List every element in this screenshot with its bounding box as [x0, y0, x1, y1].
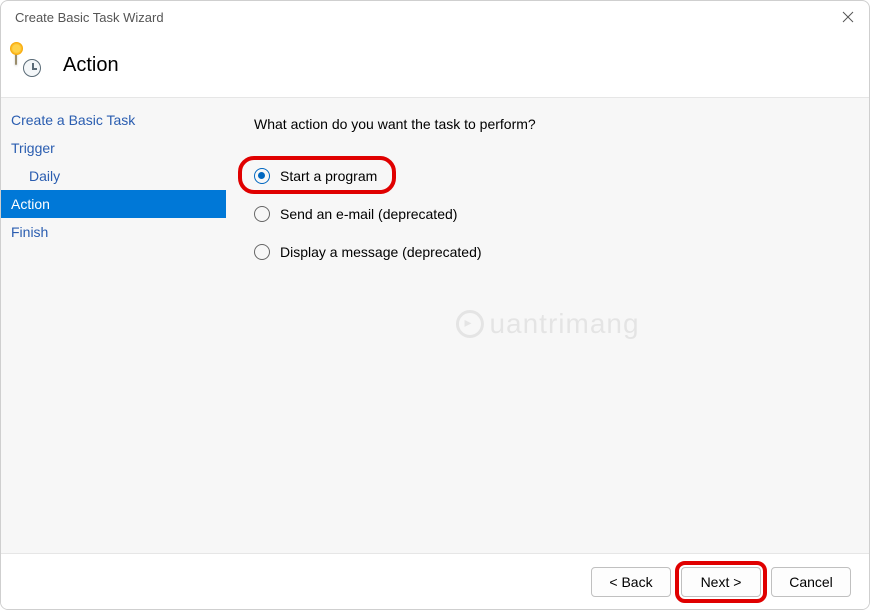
wizard-header: Action: [1, 33, 869, 97]
action-prompt: What action do you want the task to perf…: [254, 116, 845, 132]
calendar-clock-icon: [15, 47, 17, 65]
step-action[interactable]: Action: [1, 190, 226, 218]
radio-display-message[interactable]: [254, 244, 270, 260]
close-button[interactable]: [841, 10, 855, 24]
watermark-text: uantrimang: [489, 308, 639, 340]
option-label: Display a message (deprecated): [280, 244, 482, 260]
step-finish[interactable]: Finish: [1, 218, 226, 246]
option-start-program[interactable]: Start a program: [254, 164, 845, 188]
step-sidebar: Create a Basic Task Trigger Daily Action…: [1, 98, 226, 553]
step-create-basic-task[interactable]: Create a Basic Task: [1, 106, 226, 134]
watermark: uantrimang: [455, 308, 639, 340]
watermark-icon: [455, 310, 483, 338]
page-title: Action: [63, 54, 119, 77]
option-send-email[interactable]: Send an e-mail (deprecated): [254, 202, 845, 226]
action-options: Start a program Send an e-mail (deprecat…: [254, 164, 845, 264]
next-button-label: Next >: [701, 574, 742, 590]
step-trigger-daily[interactable]: Daily: [1, 162, 226, 190]
wizard-window: Create Basic Task Wizard Action Create a…: [0, 0, 870, 610]
cancel-button[interactable]: Cancel: [771, 567, 851, 597]
option-label: Send an e-mail (deprecated): [280, 206, 457, 222]
radio-start-program[interactable]: [254, 168, 270, 184]
option-label: Start a program: [280, 168, 377, 184]
content-pane: What action do you want the task to perf…: [226, 98, 869, 553]
wizard-body: Create a Basic Task Trigger Daily Action…: [1, 97, 869, 553]
option-display-message[interactable]: Display a message (deprecated): [254, 240, 845, 264]
wizard-footer: < Back Next > Cancel: [1, 553, 869, 609]
radio-send-email[interactable]: [254, 206, 270, 222]
back-button[interactable]: < Back: [591, 567, 671, 597]
back-button-label: < Back: [609, 574, 652, 590]
cancel-button-label: Cancel: [789, 574, 833, 590]
next-button[interactable]: Next >: [681, 567, 761, 597]
window-title: Create Basic Task Wizard: [15, 10, 164, 25]
wizard-icon: [15, 48, 49, 82]
titlebar: Create Basic Task Wizard: [1, 1, 869, 33]
step-trigger[interactable]: Trigger: [1, 134, 226, 162]
close-icon: [842, 11, 854, 23]
